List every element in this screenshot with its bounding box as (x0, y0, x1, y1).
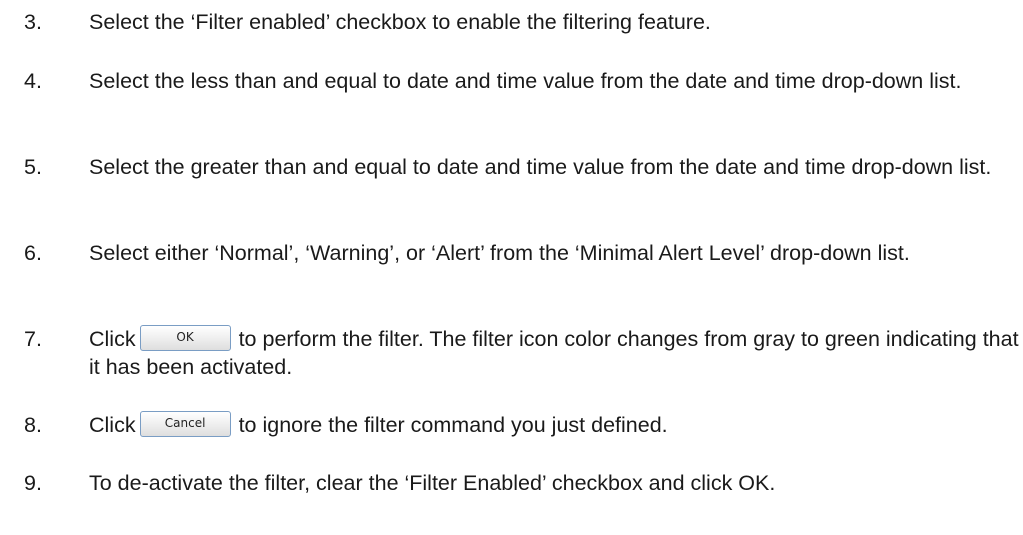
step-text: Click Cancel to ignore the filter command… (89, 411, 1019, 439)
step-number: 7. (24, 327, 42, 351)
ok-button[interactable]: OK (139, 325, 231, 352)
step-text: Select either ‘Normal’, ‘Warning’, or ‘A… (89, 241, 910, 265)
step-text: Select the greater than and equal to dat… (89, 155, 992, 179)
step-number: 6. (24, 241, 42, 265)
step-prefix: Click (89, 327, 136, 351)
step-number: 5. (24, 155, 42, 179)
cancel-button[interactable]: Cancel (139, 411, 231, 438)
step-prefix: Click (89, 413, 136, 437)
step-text: To de-activate the filter, clear the ‘Fi… (89, 471, 776, 495)
step-number: 8. (24, 413, 42, 437)
step-number: 9. (24, 471, 42, 495)
step-text: Select the less than and equal to date a… (89, 69, 962, 93)
step-number: 3. (24, 10, 42, 34)
step-text: Select the ‘Filter enabled’ checkbox to … (89, 10, 711, 34)
step-number: 4. (24, 69, 42, 93)
step-text: Click OK to perform the filter. The filte… (89, 325, 1019, 381)
step-suffix: to ignore the filter command you just de… (238, 413, 668, 437)
